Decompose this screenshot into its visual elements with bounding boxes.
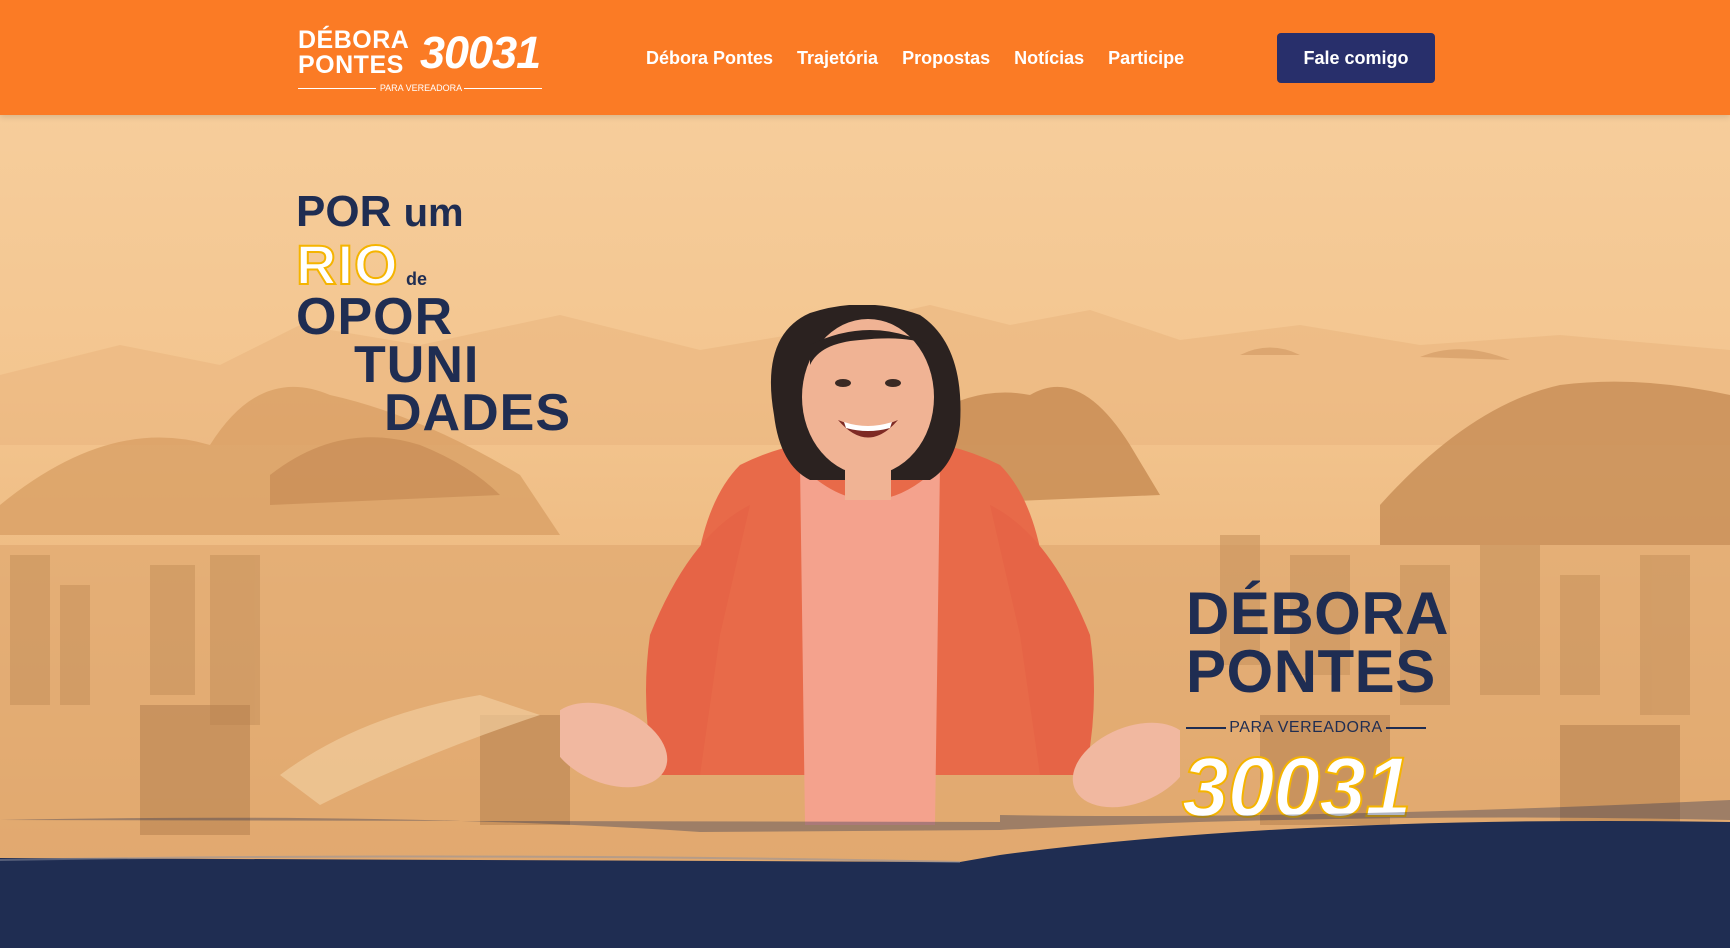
slogan-por: POR (296, 187, 392, 236)
logo-divider-right (464, 88, 542, 89)
slogan-line-1: POR um (296, 187, 464, 238)
nav-item-noticias[interactable]: Notícias (1014, 44, 1084, 72)
hero-banner: POR um RIO de OPOR TUNI DADES DÉBORA PON… (0, 115, 1730, 905)
badge-name-line2: PONTES (1186, 638, 1436, 705)
site-header: DÉBORA PONTES 30031 PARA VEREADORA Débor… (0, 0, 1730, 115)
slogan-um: um (403, 191, 464, 235)
nav-item-propostas[interactable]: Propostas (902, 44, 990, 72)
slogan-de: de (406, 269, 428, 289)
nav-item-debora-pontes[interactable]: Débora Pontes (646, 44, 773, 72)
logo-name-line2: PONTES (298, 51, 404, 79)
nav-item-participe[interactable]: Participe (1108, 44, 1184, 72)
candidate-badge: DÉBORA PONTES PARA VEREADORA 30031 (1181, 584, 1449, 831)
campaign-logo[interactable]: DÉBORA PONTES 30031 PARA VEREADORA (298, 24, 542, 96)
candidate-photo (560, 305, 1180, 825)
badge-divider-right (1386, 727, 1426, 729)
badge-divider-left (1186, 727, 1226, 729)
contact-button[interactable]: Fale comigo (1277, 33, 1435, 83)
badge-number: 30031 (1181, 740, 1413, 834)
nav-item-trajetoria[interactable]: Trajetória (797, 44, 878, 72)
slogan-rio: RIO (295, 233, 399, 296)
logo-subtitle: PARA VEREADORA (379, 83, 463, 93)
badge-name-line1: DÉBORA (1186, 580, 1450, 647)
logo-number: 30031 (420, 27, 541, 78)
logo-divider-left (298, 88, 376, 89)
logo-name-line1: DÉBORA (298, 26, 410, 54)
main-nav: Débora Pontes Trajetória Propostas Notíc… (646, 44, 1208, 72)
badge-subtitle: PARA VEREADORA (1229, 719, 1383, 736)
slogan-line-5: DADES (384, 384, 572, 442)
